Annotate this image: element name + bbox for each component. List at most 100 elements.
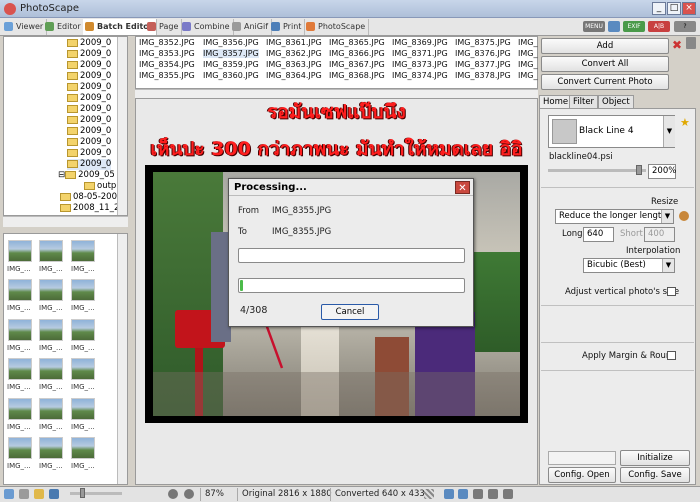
file-item[interactable]: IMG_8352.JPG [139,38,195,47]
thumbnail[interactable] [71,319,95,341]
file-item[interactable]: IMG_8373.JPG [392,60,448,69]
thumbnail-size-icon[interactable] [49,489,59,499]
file-item[interactable]: IMG_8359.JPG [203,60,259,69]
tree-item[interactable]: 2009_0 [67,137,111,148]
tab-anigif[interactable]: AniGif [230,19,273,35]
adjust-vertical-checkbox[interactable] [667,287,676,296]
thumbnail[interactable] [8,240,32,262]
file-item[interactable]: IMG_8368.JPG [329,71,385,80]
tree-scrollbar[interactable] [117,37,127,215]
checker-icon[interactable] [424,489,434,499]
tree-item[interactable]: 2009_0 [67,115,111,126]
file-item[interactable]: IMG_8366.JPG [329,49,385,58]
convert-current-button[interactable]: Convert Current Photo [541,74,669,90]
thumbnail[interactable] [8,319,32,341]
tree-item[interactable]: 2009_0 [67,148,111,159]
tab-combine[interactable]: Combine [180,19,234,35]
add-button[interactable]: Add [541,38,669,54]
tree-item[interactable]: 2009_0 [67,104,111,115]
trash-icon[interactable] [686,37,696,49]
file-item[interactable]: IMG_ [518,71,537,80]
convert-all-button[interactable]: Convert All [541,56,669,72]
exif-icon[interactable]: EXIF [623,21,645,32]
file-item[interactable]: IMG_8378.JPG [455,71,511,80]
thumbnail[interactable] [39,240,63,262]
file-item[interactable]: IMG_8371.JPG [392,49,448,58]
thumbnail[interactable] [71,358,95,380]
tab-filter[interactable]: Filter [569,95,599,109]
close-button[interactable]: × [682,2,696,15]
minimize-button[interactable]: _ [652,2,666,15]
tab-page[interactable]: Page [145,19,183,35]
thumbnail[interactable] [71,398,95,420]
tree-item[interactable]: 2009_0 [67,49,111,60]
file-item[interactable]: IMG_8363.JPG [266,60,322,69]
thumbnail[interactable] [8,279,32,301]
resize-mode-select[interactable]: Reduce the longer length ▼ [555,209,674,224]
file-item[interactable]: IMG_8355.JPG [139,71,195,80]
file-item[interactable]: IMG_8362.JPG [266,49,322,58]
collapse-icon[interactable]: ⊟ [58,170,65,180]
tree-item[interactable]: 2009_0 [67,60,111,71]
original-view-icon[interactable] [503,489,513,499]
star-icon[interactable]: ★ [680,116,690,129]
apply-margin-checkbox[interactable] [667,351,676,360]
zoom-slider-handle[interactable] [636,165,642,175]
rotate-right-icon[interactable] [458,489,468,499]
tab-editor[interactable]: Editor [43,19,85,35]
file-item[interactable]: IMG_ [518,38,537,47]
help-icon[interactable]: ? [674,21,696,32]
dialog-close-button[interactable]: ✕ [455,181,470,194]
menu-icon[interactable]: MENU [583,21,605,32]
config-save-button[interactable]: Config. Save [620,467,690,483]
thumbnail[interactable] [8,437,32,459]
file-item[interactable]: IMG_ [518,49,537,58]
thumbnail[interactable] [39,398,63,420]
tree-item[interactable]: 2009_0 [67,82,111,93]
long-input[interactable]: 640 [583,227,614,242]
tree-item[interactable]: 2009_0 [67,93,111,104]
resize-settings-icon[interactable] [679,211,689,221]
tree-hscrollbar[interactable] [3,216,128,227]
file-item[interactable]: IMG_ [518,60,537,69]
view-list-icon[interactable] [4,489,14,499]
tree-item[interactable]: 2009_0 [67,38,111,49]
cancel-button[interactable]: Cancel [321,304,379,320]
file-item[interactable]: IMG_8356.JPG [203,38,259,47]
tab-viewer[interactable]: Viewer [2,19,48,35]
tree-item[interactable]: ⊟ 2009_05 [58,170,115,181]
thumbnail[interactable] [39,358,63,380]
tree-item[interactable]: 2008_11_2 [60,203,119,214]
language-icon[interactable]: A|B [648,21,670,32]
thumbnail-scrollbar[interactable] [117,234,127,484]
thumbnail-size-handle[interactable] [80,488,85,498]
tree-item[interactable]: 2009_0 [67,126,111,137]
folder-open-icon[interactable] [34,489,44,499]
frame-selector[interactable]: Black Line 4 ▼ [548,115,675,148]
file-item[interactable]: IMG_8353.JPG [139,49,195,58]
initialize-button[interactable]: Initialize [620,450,690,466]
thumbnail-size-slider[interactable] [70,492,122,495]
thumbnail[interactable] [8,398,32,420]
maximize-button[interactable]: □ [667,2,681,15]
fullscreen-icon[interactable] [488,489,498,499]
zoom-field[interactable]: 200% [648,164,676,179]
chevron-down-icon[interactable]: ▼ [663,116,675,147]
zoom-in-icon[interactable] [168,489,178,499]
thumbnail[interactable] [71,279,95,301]
file-item[interactable]: IMG_8357.JPG [203,49,259,58]
file-item[interactable]: IMG_8367.JPG [329,60,385,69]
zoom-slider[interactable] [548,169,646,172]
file-item[interactable]: IMG_8375.JPG [455,38,511,47]
zoom-out-icon[interactable] [184,489,194,499]
compare-icon[interactable] [473,489,483,499]
thumbnail[interactable] [39,437,63,459]
sort-icon[interactable] [19,489,29,499]
config-name-field[interactable] [548,451,616,465]
file-item[interactable]: IMG_8374.JPG [392,71,448,80]
config-open-button[interactable]: Config. Open [548,467,616,483]
short-input[interactable]: 400 [644,227,675,242]
interpolation-select[interactable]: Bicubic (Best) ▼ [583,258,675,273]
thumbnail[interactable] [39,319,63,341]
file-item[interactable]: IMG_8369.JPG [392,38,448,47]
